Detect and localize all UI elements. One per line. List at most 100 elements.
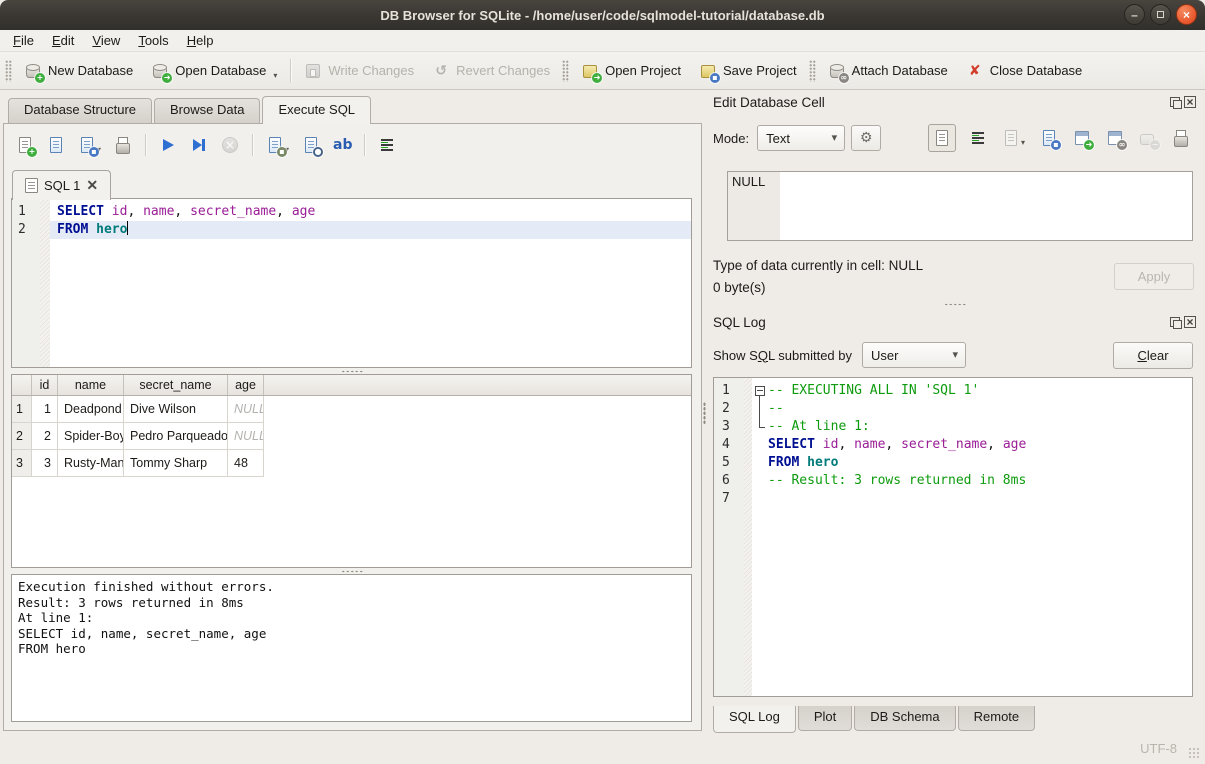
editor-code-area[interactable]: SELECT id, name, secret_name, ageFROM he…	[50, 199, 691, 367]
open-sql-file-button[interactable]	[45, 134, 67, 156]
dock-tab-plot[interactable]: Plot	[798, 706, 852, 731]
table-cell[interactable]: Pedro Parqueador	[124, 423, 228, 450]
close-database-button[interactable]: ✘Close Database	[957, 57, 1092, 85]
tab-database-structure[interactable]: Database Structure	[8, 98, 152, 123]
word-wrap-button[interactable]	[967, 127, 989, 149]
minimize-button[interactable]: –	[1124, 4, 1145, 25]
open-database-button[interactable]: ➜Open Database▾	[142, 57, 286, 85]
table-cell[interactable]: 48	[228, 450, 264, 477]
cell-value-area[interactable]	[780, 172, 1192, 240]
format-sql-button[interactable]	[376, 134, 398, 156]
line-number: 3	[722, 418, 744, 436]
table-cell[interactable]: Tommy Sharp	[124, 450, 228, 477]
execution-message-pane[interactable]: Execution finished without errors.Result…	[11, 574, 692, 722]
close-button[interactable]: ×	[1176, 4, 1197, 25]
set-null-icon-badge: −	[1150, 140, 1160, 150]
table-cell[interactable]: 2	[32, 423, 58, 450]
line-number: 1	[722, 382, 744, 400]
find-button[interactable]: ●	[300, 134, 322, 156]
menu-file[interactable]: File	[4, 31, 43, 50]
cell-mode-select[interactable]: Text	[757, 125, 845, 151]
menu-view[interactable]: View	[83, 31, 129, 50]
open-project-button[interactable]: ➜Open Project	[572, 57, 690, 85]
dock-splitter[interactable]	[707, 300, 1202, 308]
menu-help[interactable]: Help	[178, 31, 223, 50]
auto-switch-mode-button[interactable]: ⚙	[851, 125, 881, 151]
table-cell[interactable]: NULL	[228, 423, 264, 450]
save-project-button[interactable]: ▪Save Project	[690, 57, 806, 85]
column-header-secret-name[interactable]: secret_name	[124, 375, 228, 395]
table-cell[interactable]: 3	[32, 450, 58, 477]
new-database-icon: +	[24, 62, 42, 80]
table-row[interactable]: 33Rusty-ManTommy Sharp48	[12, 450, 691, 477]
print-cell-button[interactable]	[1170, 127, 1192, 149]
edit-cell-dock-title: Edit Database Cell ×	[713, 93, 1196, 111]
execute-sql-pane: + ▪▾ ▪▾ ● ab SQL 1 ✕ 12 SELECT id, name, sec…	[3, 123, 702, 731]
sql-log-filter-select[interactable]: User	[862, 342, 966, 368]
clear-log-button[interactable]: Clear	[1113, 342, 1193, 369]
table-cell[interactable]: 1	[32, 396, 58, 423]
copy-url-button[interactable]: ∞	[1104, 127, 1126, 149]
sql-log-view[interactable]: 1234567 -- EXECUTING ALL IN 'SQL 1'---- …	[713, 377, 1193, 697]
log-line: -- EXECUTING ALL IN 'SQL 1'	[752, 382, 1192, 400]
print-sql-button[interactable]	[112, 134, 134, 156]
dock-tab-remote[interactable]: Remote	[958, 706, 1036, 731]
table-cell[interactable]: Dive Wilson	[124, 396, 228, 423]
column-header-age[interactable]: age	[228, 375, 264, 395]
find-icon: ●	[302, 136, 320, 154]
row-number[interactable]: 3	[12, 450, 32, 477]
row-number[interactable]: 2	[12, 423, 32, 450]
log-code-area[interactable]: -- EXECUTING ALL IN 'SQL 1'---- At line …	[752, 378, 1192, 696]
tab-label: Browse Data	[170, 102, 244, 117]
table-cell[interactable]: Spider-Boy	[58, 423, 124, 450]
cell-value-editor[interactable]: NULL	[727, 171, 1193, 241]
toolbar-handle[interactable]	[5, 60, 12, 82]
table-row[interactable]: 11DeadpondDive WilsonNULL	[12, 396, 691, 423]
toolbar-handle[interactable]	[809, 60, 816, 82]
menu-edit[interactable]: Edit	[43, 31, 83, 50]
dock-tab-db-schema[interactable]: DB Schema	[854, 706, 955, 731]
fold-marker-icon[interactable]	[754, 400, 768, 418]
tab-browse-data[interactable]: Browse Data	[154, 98, 260, 123]
fold-marker-icon[interactable]	[754, 382, 768, 400]
table-cell[interactable]: NULL	[228, 396, 264, 423]
menu-tools[interactable]: Tools	[129, 31, 177, 50]
sql-editor[interactable]: 12 SELECT id, name, secret_name, ageFROM…	[11, 198, 692, 368]
sql-file-tab-close-icon[interactable]: ✕	[86, 177, 98, 194]
float-dock-icon[interactable]	[1170, 97, 1180, 107]
table-cell[interactable]: Deadpond	[58, 396, 124, 423]
dropdown-arrow-icon[interactable]: ▾	[273, 71, 277, 80]
apply-button[interactable]: Apply	[1114, 263, 1194, 290]
execute-all-button[interactable]	[157, 134, 179, 156]
sql-file-tab[interactable]: SQL 1 ✕	[12, 170, 111, 200]
fold-marker-icon[interactable]	[754, 418, 768, 436]
new-database-button[interactable]: +New Database	[15, 57, 142, 85]
results-table[interactable]: idnamesecret_nameage 11DeadpondDive Wils…	[11, 374, 692, 568]
text-mode-button[interactable]	[928, 124, 956, 152]
toolbar-handle[interactable]	[562, 60, 569, 82]
stop-execution-button	[219, 134, 241, 156]
save-results-button[interactable]: ▪▾	[264, 134, 291, 156]
table-row[interactable]: 22Spider-BoyPedro ParqueadorNULL	[12, 423, 691, 450]
maximize-button[interactable]	[1150, 4, 1171, 25]
title-bar[interactable]: DB Browser for SQLite - /home/user/code/…	[0, 0, 1205, 30]
new-sql-tab-button[interactable]: +	[14, 134, 36, 156]
column-header-id[interactable]: id	[32, 375, 58, 395]
column-header-name[interactable]: name	[58, 375, 124, 395]
float-dock-icon[interactable]	[1170, 317, 1180, 327]
close-dock-icon[interactable]: ×	[1184, 96, 1196, 108]
row-number[interactable]: 1	[12, 396, 32, 423]
table-cell[interactable]: Rusty-Man	[58, 450, 124, 477]
save-sql-file-button[interactable]: ▪▾	[76, 134, 103, 156]
resize-grip-icon[interactable]	[1188, 747, 1200, 759]
close-dock-icon[interactable]: ×	[1184, 316, 1196, 328]
attach-database-button[interactable]: ∞Attach Database	[819, 57, 957, 85]
execute-current-line-button[interactable]	[188, 134, 210, 156]
find-replace-button[interactable]: ab	[331, 134, 353, 156]
open-external-button[interactable]: ➜	[1071, 127, 1093, 149]
open-database-icon: ➜	[151, 62, 169, 80]
results-corner-cell[interactable]	[12, 375, 32, 395]
dock-tab-sql-log[interactable]: SQL Log	[713, 706, 796, 733]
tab-execute-sql[interactable]: Execute SQL	[262, 96, 371, 124]
save-as-button[interactable]: ▪	[1038, 127, 1060, 149]
